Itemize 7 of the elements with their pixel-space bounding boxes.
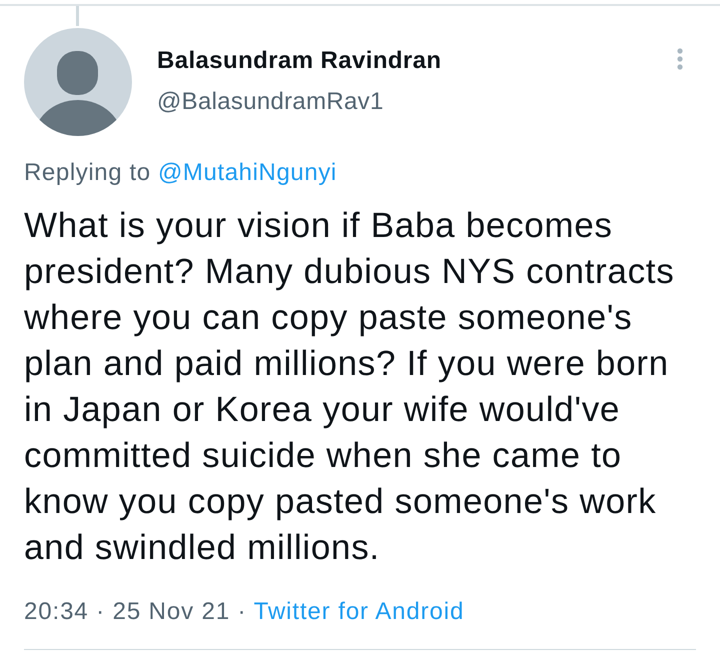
author-name[interactable]: Balasundram Ravindran	[157, 47, 442, 75]
author-handle[interactable]: @BalasundramRav1	[157, 88, 384, 116]
tweet-timestamp: 20:34 · 25 Nov 21 ·	[24, 598, 247, 625]
replying-to-label: Replying to	[24, 159, 151, 186]
thread-line	[76, 6, 79, 26]
tweet-text: What is your vision if Baba becomes president? Many dubious NYS contracts where you can copy paste someone's plan and paid millions? If you were born in Japan or Korea your wife would've committed suicide when she came to know you copy pasted someone's work and swindled millions.	[24, 205, 676, 569]
avatar-icon[interactable]	[24, 28, 132, 136]
